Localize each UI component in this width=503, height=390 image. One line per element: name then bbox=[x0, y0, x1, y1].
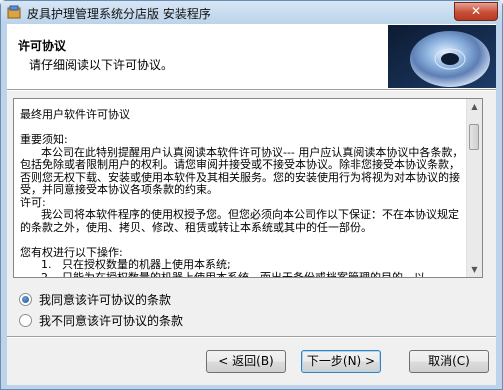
license-text: 最终用户软件许可协议 重要须知: 本公司在此特别提醒用户认真阅读本软件许可协议-… bbox=[20, 108, 464, 278]
accept-label[interactable]: 我同意该许可协议的条款 bbox=[39, 291, 171, 308]
license-text-box[interactable]: 最终用户软件许可协议 重要须知: 本公司在此特别提醒用户认真阅读本软件许可协议-… bbox=[13, 98, 483, 278]
cancel-button[interactable]: 取消(C) bbox=[409, 350, 489, 373]
wizard-header: 许可协议 请仔细阅读以下许可协议。 bbox=[7, 24, 496, 89]
next-button[interactable]: 下一步(N) > bbox=[301, 350, 381, 373]
back-button[interactable]: < 返回(B) bbox=[206, 350, 286, 373]
installer-window: 皮具护理管理系统分店版 安装程序 ✕ 许可协议 请仔细阅读以下许可协议。 最终用… bbox=[0, 0, 503, 390]
window-title: 皮具护理管理系统分店版 安装程序 bbox=[27, 7, 211, 21]
cd-disc-icon bbox=[388, 25, 496, 88]
scroll-thumb[interactable] bbox=[469, 124, 479, 150]
decline-option[interactable]: 我不同意该许可协议的条款 bbox=[19, 312, 183, 328]
close-button[interactable]: ✕ bbox=[454, 2, 498, 21]
accept-radio[interactable] bbox=[19, 292, 32, 306]
page-title: 许可协议 bbox=[18, 39, 67, 53]
title-bar[interactable]: 皮具护理管理系统分店版 安装程序 ✕ bbox=[1, 1, 502, 24]
header-divider bbox=[7, 89, 496, 91]
decline-radio[interactable] bbox=[19, 313, 32, 327]
page-subtitle: 请仔细阅读以下许可协议。 bbox=[29, 58, 174, 72]
scroll-down-icon[interactable]: ▼ bbox=[467, 262, 482, 277]
wizard-body: 许可协议 请仔细阅读以下许可协议。 最终用户软件许可协议 重要须知: 本公司在此… bbox=[7, 24, 496, 385]
license-scrollbar[interactable]: ▲ ▼ bbox=[466, 99, 482, 277]
decline-label[interactable]: 我不同意该许可协议的条款 bbox=[39, 312, 183, 329]
installer-icon bbox=[7, 5, 21, 19]
footer-divider bbox=[7, 336, 496, 338]
scroll-up-icon[interactable]: ▲ bbox=[467, 99, 482, 114]
accept-option[interactable]: 我同意该许可协议的条款 bbox=[19, 291, 171, 307]
